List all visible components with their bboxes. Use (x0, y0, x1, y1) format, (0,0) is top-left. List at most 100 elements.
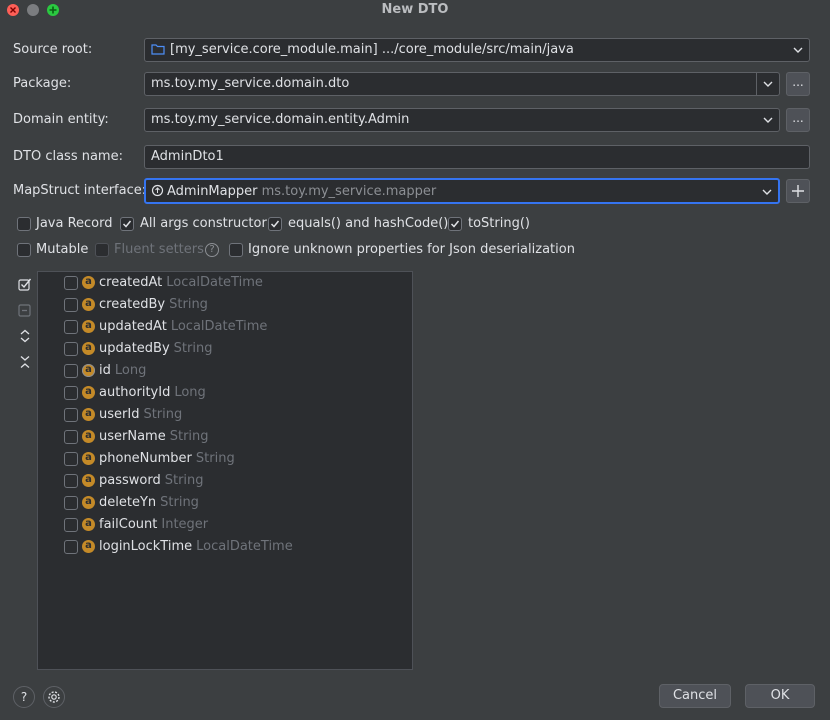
chevron-down-icon (756, 181, 778, 203)
field-type: String (160, 495, 199, 510)
field-checkbox[interactable] (64, 540, 78, 554)
to-string-checkbox[interactable] (448, 217, 462, 231)
field-icon: a (82, 408, 95, 421)
field-checkbox[interactable] (64, 298, 78, 312)
deselect-all-button[interactable] (14, 299, 36, 321)
field-row[interactable]: a updatedBy String (38, 338, 408, 360)
dto-class-name-value: AdminDto1 (151, 149, 224, 164)
field-row[interactable]: a userId String (38, 404, 408, 426)
field-icon: a (82, 430, 95, 443)
deselect-all-icon (18, 304, 31, 317)
source-root-select[interactable]: [my_service.core_module.main] .../core_m… (144, 38, 810, 62)
help-button[interactable]: ? (13, 686, 35, 708)
field-row[interactable]: a createdBy String (38, 294, 408, 316)
source-root-label: Source root: (13, 42, 93, 57)
equals-hashcode-checkbox[interactable] (268, 217, 282, 231)
all-args-constructor-label: All args constructor (140, 216, 267, 231)
java-record-label: Java Record (36, 216, 113, 231)
dto-class-name-input[interactable]: AdminDto1 (144, 145, 810, 169)
fields-list[interactable]: a createdAt LocalDateTime a createdBy String a… (37, 271, 413, 670)
field-checkbox[interactable] (64, 474, 78, 488)
field-checkbox[interactable] (64, 276, 78, 290)
package-label: Package: (13, 76, 72, 91)
plus-icon (792, 185, 804, 197)
checkmark-icon (450, 220, 460, 228)
field-name: createdBy (99, 297, 166, 312)
collapse-icon (20, 356, 30, 368)
gear-icon (48, 691, 60, 703)
field-checkbox[interactable] (64, 518, 78, 532)
field-checkbox[interactable] (64, 364, 78, 378)
field-checkbox[interactable] (64, 430, 78, 444)
mapstruct-interface-select[interactable]: AdminMapper ms.toy.my_service.mapper (144, 178, 780, 204)
field-icon: a (82, 452, 95, 465)
domain-entity-browse-button[interactable]: ... (786, 108, 810, 132)
ok-button[interactable]: OK (745, 684, 815, 708)
chevron-down-icon[interactable] (756, 73, 779, 95)
field-row[interactable]: a deleteYn String (38, 492, 408, 514)
equals-hashcode-label: equals() and hashCode() (288, 216, 449, 231)
field-checkbox[interactable] (64, 496, 78, 510)
field-checkbox[interactable] (64, 408, 78, 422)
field-row[interactable]: a userName String (38, 426, 408, 448)
package-browse-button[interactable]: ... (786, 72, 810, 96)
field-type: String (195, 451, 235, 466)
add-mapper-button[interactable] (786, 179, 810, 203)
field-type: String (169, 297, 208, 312)
folder-icon (151, 43, 165, 59)
field-name: loginLockTime (99, 539, 193, 554)
mapstruct-value: AdminMapper (167, 184, 258, 199)
cancel-button[interactable]: Cancel (659, 684, 731, 708)
field-label: userId String (99, 407, 182, 422)
field-checkbox[interactable] (64, 320, 78, 334)
ignore-unknown-checkbox[interactable] (229, 243, 243, 257)
field-type: Long (174, 385, 206, 400)
collapse-all-button[interactable] (14, 351, 36, 373)
to-string-label: toString() (468, 216, 530, 231)
field-row[interactable]: a password String (38, 470, 408, 492)
field-row[interactable]: a authorityId Long (38, 382, 408, 404)
settings-button[interactable] (43, 686, 65, 708)
field-label: id Long (99, 363, 146, 378)
field-name: updatedAt (99, 319, 167, 334)
checkmark-icon (270, 220, 280, 228)
field-name: failCount (99, 517, 158, 532)
field-row[interactable]: a phoneNumber String (38, 448, 408, 470)
source-root-path: .../core_module/src/main/java (381, 42, 574, 57)
field-type: Long (114, 363, 147, 378)
field-checkbox[interactable] (64, 342, 78, 356)
field-name: userId (99, 407, 140, 422)
field-icon: a (82, 474, 95, 487)
expand-icon (20, 329, 30, 343)
field-label: deleteYn String (99, 495, 199, 510)
field-label: updatedBy String (99, 341, 212, 356)
field-type: String (143, 407, 183, 422)
field-icon: a (82, 518, 95, 531)
field-checkbox[interactable] (64, 386, 78, 400)
field-icon: a (82, 298, 95, 311)
fluent-setters-label: Fluent setters (114, 242, 204, 257)
select-all-button[interactable] (14, 273, 36, 295)
field-checkbox[interactable] (64, 452, 78, 466)
field-row[interactable]: a updatedAt LocalDateTime (38, 316, 408, 338)
field-row[interactable]: a id Long (38, 360, 408, 382)
field-label: failCount Integer (99, 517, 208, 532)
field-label: loginLockTime LocalDateTime (99, 539, 293, 554)
field-row[interactable]: a loginLockTime LocalDateTime (38, 536, 408, 558)
expand-all-button[interactable] (14, 325, 36, 347)
all-args-constructor-checkbox[interactable] (120, 217, 134, 231)
java-record-checkbox[interactable] (17, 217, 31, 231)
field-name: updatedBy (99, 341, 170, 356)
checkmark-icon (122, 220, 132, 228)
domain-entity-select[interactable]: ms.toy.my_service.domain.entity.Admin (144, 108, 780, 132)
mutable-checkbox[interactable] (17, 243, 31, 257)
field-name: userName (99, 429, 166, 444)
mapstruct-interface-label: MapStruct interface: (13, 183, 147, 198)
mapper-interface-icon (151, 184, 164, 201)
field-type: LocalDateTime (196, 539, 293, 554)
help-icon[interactable]: ? (205, 243, 219, 257)
source-root-value: [my_service.core_module.main] (170, 42, 378, 57)
field-row[interactable]: a createdAt LocalDateTime (38, 272, 408, 294)
field-row[interactable]: a failCount Integer (38, 514, 408, 536)
package-combobox[interactable]: ms.toy.my_service.domain.dto (144, 72, 780, 96)
